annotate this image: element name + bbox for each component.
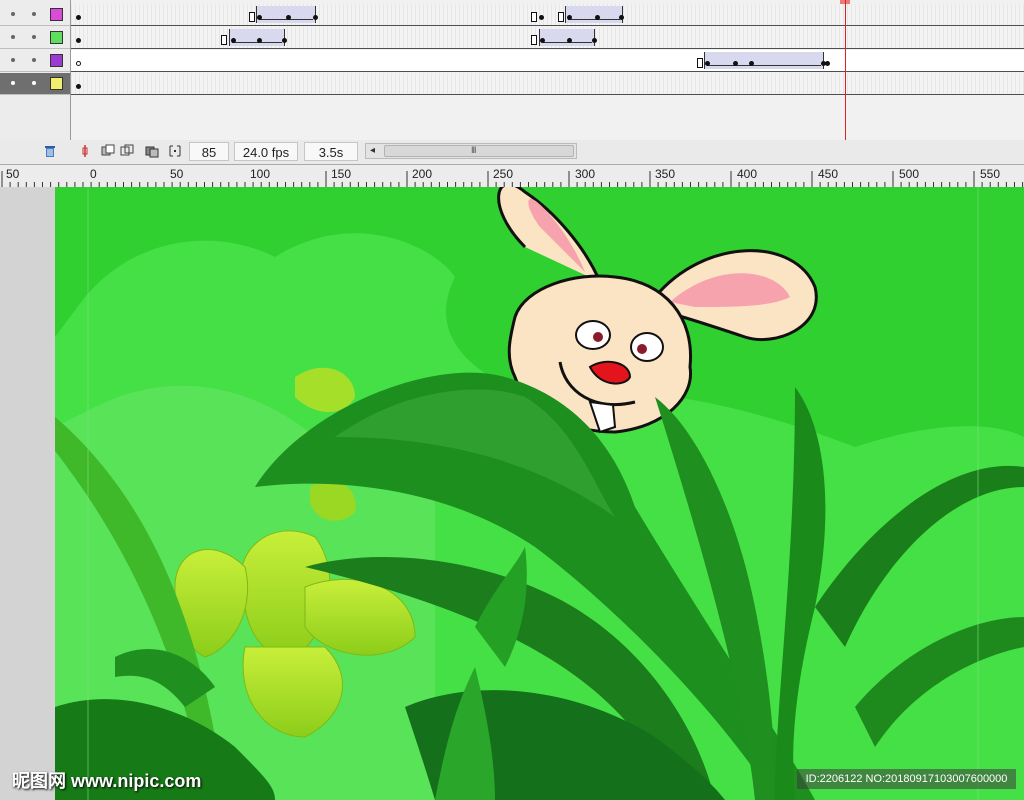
keyframe[interactable] — [76, 38, 81, 43]
ruler-label: 300 — [575, 167, 596, 181]
frame-row[interactable] — [71, 4, 1024, 26]
ruler-label: 50 — [6, 167, 20, 181]
visibility-dot[interactable] — [11, 81, 15, 85]
frame-row[interactable] — [71, 27, 1024, 49]
motion-tween[interactable] — [704, 52, 824, 69]
ruler-label: 450 — [818, 167, 839, 181]
trash-icon[interactable] — [43, 144, 57, 158]
scroll-left-arrow[interactable]: ◂ — [370, 144, 375, 158]
canvas-area[interactable] — [0, 187, 1024, 800]
keyframe[interactable] — [231, 38, 236, 43]
edit-multiple-frames-icon[interactable] — [145, 144, 159, 158]
ruler-label: 550 — [980, 167, 1001, 181]
center-frame-icon[interactable] — [78, 144, 92, 158]
layer-color-swatch[interactable] — [50, 8, 63, 21]
frame-row[interactable] — [71, 50, 1024, 72]
ruler-label: 350 — [655, 167, 676, 181]
layer-row[interactable] — [0, 27, 70, 49]
timeline-panel — [0, 0, 1024, 141]
stage-artwork[interactable] — [55, 187, 1024, 800]
ruler-label: 0 — [90, 167, 97, 181]
keyframe[interactable] — [540, 38, 545, 43]
lock-dot[interactable] — [32, 81, 36, 85]
keyframe[interactable] — [313, 15, 318, 20]
ruler-label: 400 — [737, 167, 758, 181]
horizontal-scrollbar[interactable]: ◂ III — [365, 143, 577, 159]
onion-outlines-icon[interactable] — [120, 144, 134, 158]
keyframe[interactable] — [705, 61, 710, 66]
ruler-label: 500 — [899, 167, 920, 181]
motion-tween[interactable] — [565, 6, 623, 23]
playhead[interactable] — [845, 0, 846, 140]
keyframe[interactable] — [567, 15, 572, 20]
layer-row[interactable] — [0, 50, 70, 72]
layer-color-swatch[interactable] — [50, 54, 63, 67]
horizontal-ruler: 50 0 50 100 150 200 250 300 350 400 450 … — [0, 165, 1024, 188]
timeline-toolbar: 85 24.0 fps 3.5s ◂ III — [0, 140, 1024, 165]
keyframe[interactable] — [257, 38, 262, 43]
frame-grid[interactable] — [71, 0, 1024, 140]
keyframe[interactable] — [257, 15, 262, 20]
ruler-label: 100 — [250, 167, 271, 181]
ruler-label: 150 — [331, 167, 352, 181]
label-marker[interactable] — [249, 12, 255, 22]
keyframe[interactable] — [749, 61, 754, 66]
current-frame-field[interactable]: 85 — [189, 142, 229, 161]
layer-row-selected[interactable] — [0, 73, 70, 95]
keyframe[interactable] — [286, 15, 291, 20]
modify-markers-icon[interactable] — [168, 144, 182, 158]
lock-dot[interactable] — [32, 35, 36, 39]
keyframe[interactable] — [825, 61, 830, 66]
empty-keyframe[interactable] — [76, 61, 81, 66]
keyframe[interactable] — [282, 38, 287, 43]
layer-row[interactable] — [0, 4, 70, 26]
keyframe[interactable] — [76, 84, 81, 89]
visibility-dot[interactable] — [11, 12, 15, 16]
ruler-label: 250 — [493, 167, 514, 181]
visibility-dot[interactable] — [11, 58, 15, 62]
keyframe[interactable] — [567, 38, 572, 43]
lock-dot[interactable] — [32, 58, 36, 62]
layer-color-swatch[interactable] — [50, 77, 63, 90]
scroll-thumb[interactable]: III — [384, 145, 574, 157]
label-marker[interactable] — [697, 58, 703, 68]
scroll-grip: III — [471, 145, 476, 155]
watermark-site: 昵图网 www.nipic.com — [12, 771, 202, 791]
ruler-label: 200 — [412, 167, 433, 181]
keyframe[interactable] — [539, 15, 544, 20]
label-marker[interactable] — [531, 35, 537, 45]
lock-dot[interactable] — [32, 12, 36, 16]
watermark-id: ID:2206122 NO:20180917103007600000 — [797, 769, 1016, 789]
ruler-label: 50 — [170, 167, 184, 181]
keyframe[interactable] — [619, 15, 624, 20]
onion-skin-icon[interactable] — [101, 144, 115, 158]
layer-color-swatch[interactable] — [50, 31, 63, 44]
label-marker[interactable] — [558, 12, 564, 22]
frame-rate-field[interactable]: 24.0 fps — [234, 142, 298, 161]
label-marker[interactable] — [531, 12, 537, 22]
visibility-dot[interactable] — [11, 35, 15, 39]
keyframe[interactable] — [76, 15, 81, 20]
keyframe[interactable] — [733, 61, 738, 66]
label-marker[interactable] — [221, 35, 227, 45]
layer-list — [0, 0, 71, 140]
elapsed-time-field[interactable]: 3.5s — [304, 142, 358, 161]
frame-row[interactable] — [71, 73, 1024, 95]
keyframe[interactable] — [592, 38, 597, 43]
keyframe[interactable] — [595, 15, 600, 20]
